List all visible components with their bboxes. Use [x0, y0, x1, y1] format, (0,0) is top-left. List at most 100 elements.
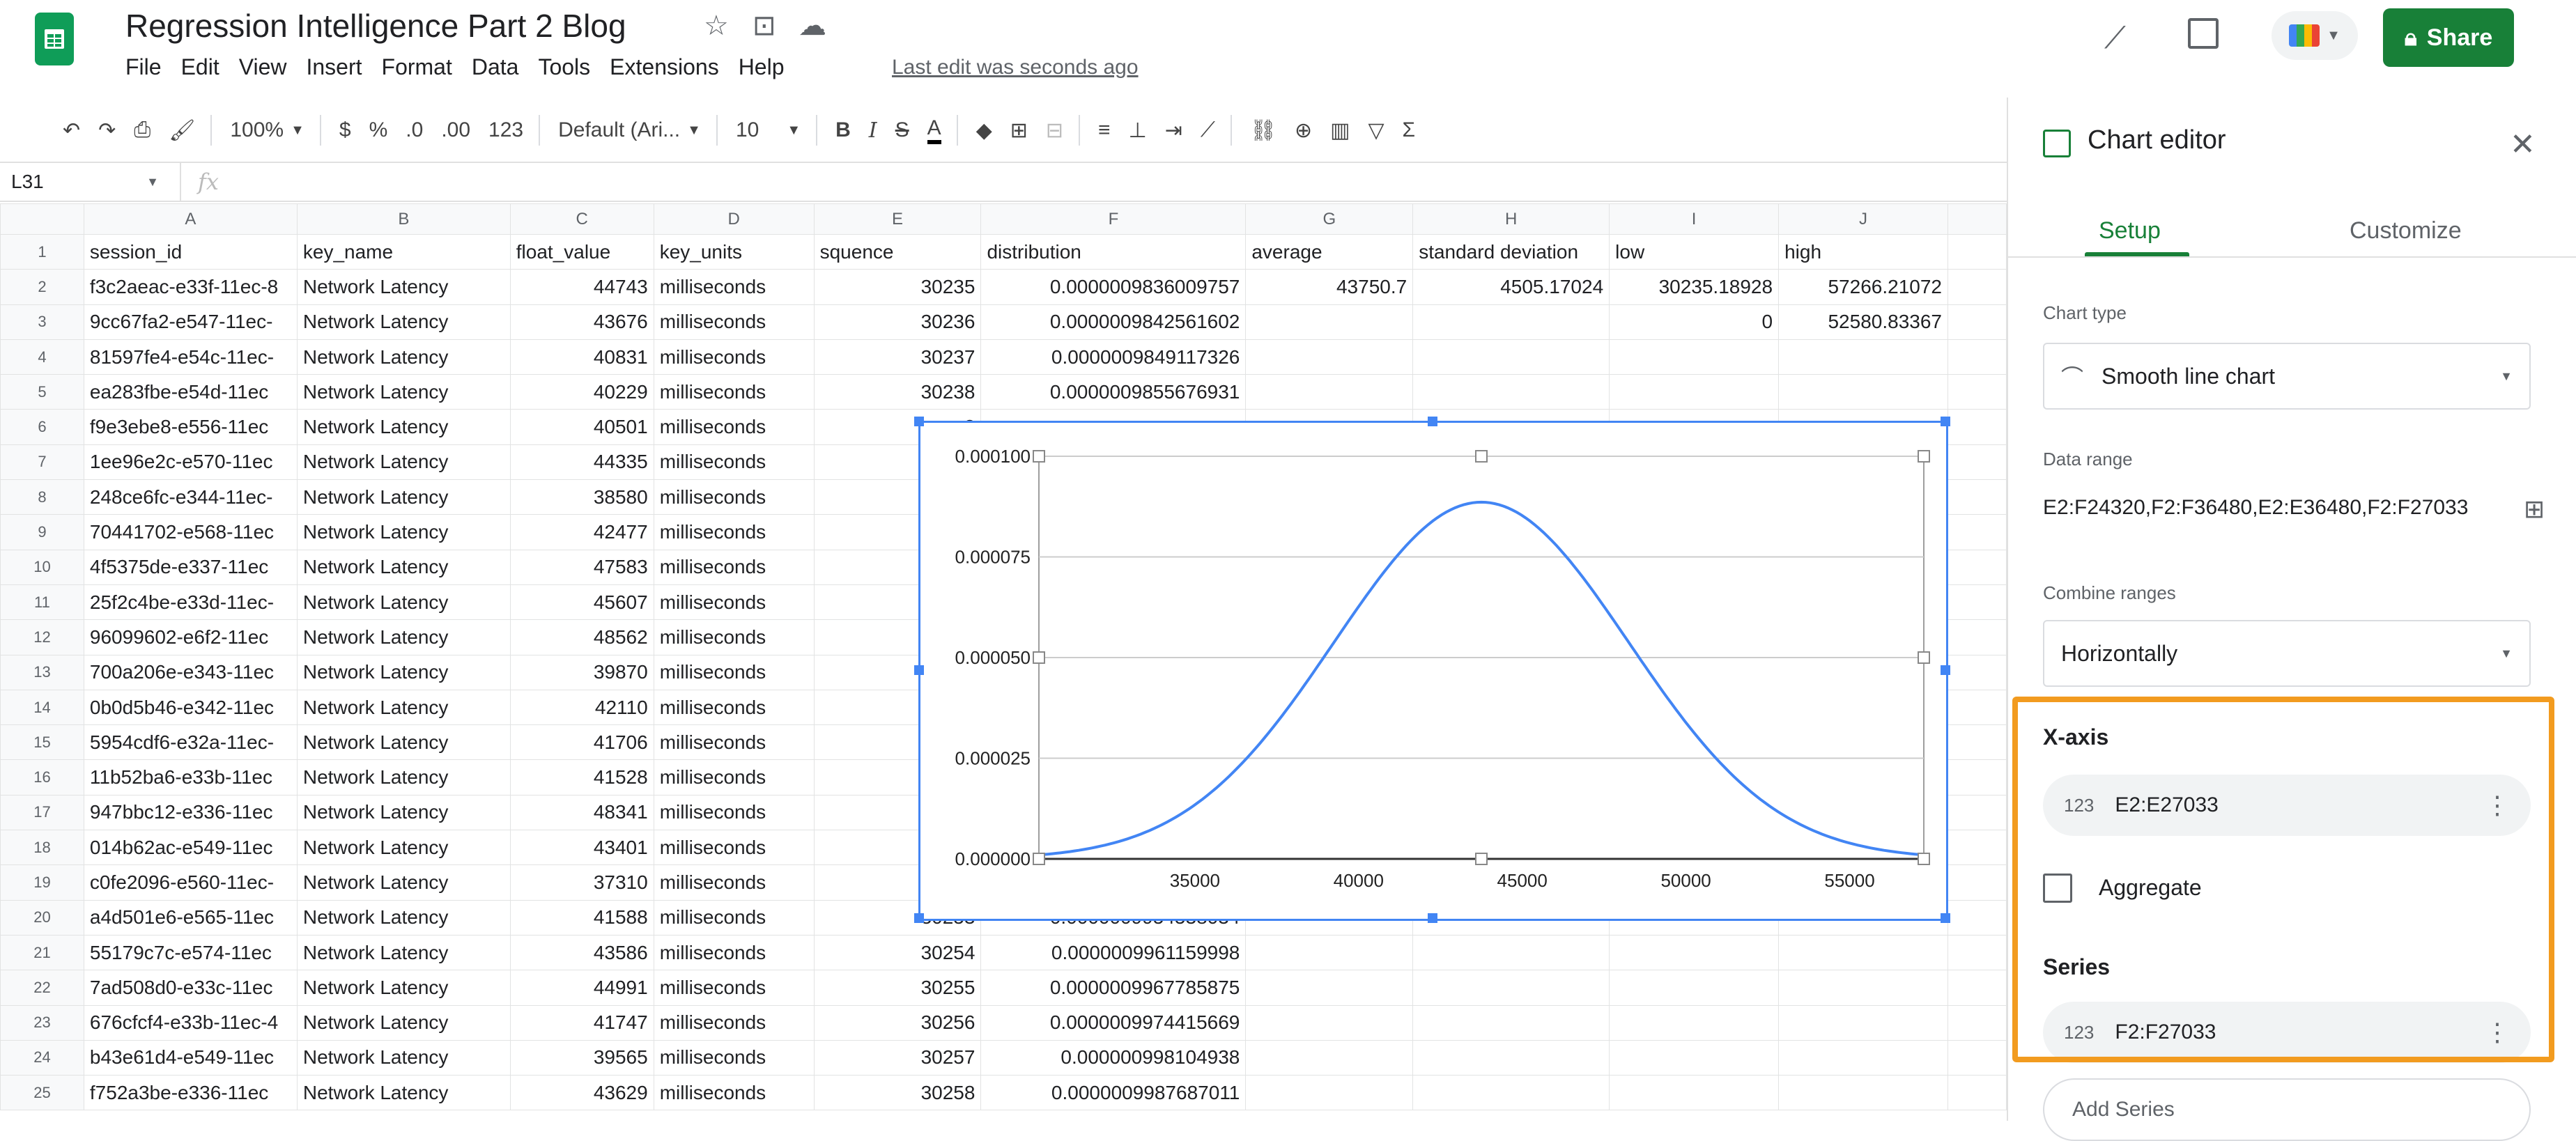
row-number[interactable]: 3 [0, 304, 84, 340]
add-series-button[interactable]: Add Series [2043, 1078, 2531, 1141]
row-number[interactable]: 1 [0, 233, 84, 270]
cell[interactable] [1778, 1075, 1948, 1111]
cell[interactable]: 30238 [813, 374, 982, 410]
row-number[interactable]: 8 [0, 479, 84, 515]
cell[interactable]: 41706 [509, 724, 654, 761]
cell[interactable]: Network Latency [296, 724, 511, 761]
cell[interactable]: milliseconds [653, 759, 815, 795]
row-number[interactable]: 21 [0, 934, 84, 971]
cell[interactable] [1778, 970, 1948, 1006]
cell[interactable]: squence [813, 233, 982, 270]
cell[interactable]: ea283fbe-e54d-11ec [83, 374, 298, 410]
cell[interactable] [1609, 1039, 1780, 1076]
cell[interactable] [1245, 1039, 1414, 1076]
merge-cells-icon[interactable]: ⊟ [1046, 118, 1063, 143]
cell[interactable] [1948, 759, 2007, 795]
cell[interactable]: Network Latency [296, 794, 511, 831]
fill-color-icon[interactable]: ◆ [976, 118, 992, 143]
cell[interactable]: milliseconds [653, 444, 815, 481]
print-icon[interactable]: ⎙ [134, 118, 151, 142]
cell[interactable] [1412, 339, 1610, 375]
insert-link-icon[interactable]: ⛓︎ [1250, 118, 1277, 143]
cell[interactable] [1948, 830, 2007, 866]
cell[interactable]: 0.0000009987687011 [980, 1075, 1247, 1111]
row-number[interactable]: 7 [0, 444, 84, 481]
percent-format-button[interactable]: % [369, 118, 388, 142]
cell[interactable]: f752a3be-e336-11ec [83, 1075, 298, 1111]
row-number[interactable]: 25 [0, 1075, 84, 1111]
cell[interactable] [1778, 1004, 1948, 1041]
cell[interactable]: Network Latency [296, 549, 511, 585]
cell[interactable] [1948, 479, 2007, 515]
cell[interactable]: 48562 [509, 619, 654, 655]
cell[interactable]: milliseconds [653, 724, 815, 761]
cell[interactable] [1412, 1075, 1610, 1111]
cell[interactable]: 48341 [509, 794, 654, 831]
cell[interactable]: 40229 [509, 374, 654, 410]
vertical-align-icon[interactable]: ⊥ [1129, 118, 1147, 143]
share-button[interactable]: 🔒︎ Share [2383, 8, 2514, 67]
activity-trend-icon[interactable]: ⟋ [2104, 21, 2126, 56]
cell[interactable]: 30237 [813, 339, 982, 375]
cell[interactable] [1412, 374, 1610, 410]
cell[interactable]: milliseconds [653, 339, 815, 375]
cell[interactable]: 30235.18928 [1609, 269, 1780, 305]
cell[interactable]: milliseconds [653, 830, 815, 866]
cell[interactable] [1412, 1004, 1610, 1041]
redo-icon[interactable]: ↷ [98, 118, 116, 143]
paint-format-icon[interactable]: 🖌︎ [169, 118, 195, 143]
sheets-logo-icon[interactable] [35, 13, 74, 65]
column-header-f[interactable]: F [980, 203, 1247, 235]
row-number[interactable]: 6 [0, 409, 84, 445]
cell[interactable]: key_units [653, 233, 815, 270]
cell[interactable]: 43629 [509, 1075, 654, 1111]
cell[interactable]: 37310 [509, 864, 654, 901]
combine-ranges-select[interactable]: Horizontally ▼ [2043, 620, 2531, 687]
cell[interactable] [1948, 724, 2007, 761]
cell[interactable]: low [1609, 233, 1780, 270]
cell[interactable] [1948, 444, 2007, 481]
cell[interactable]: 947bbc12-e336-11ec [83, 794, 298, 831]
cell[interactable]: 30255 [813, 970, 982, 1006]
decrease-decimal-button[interactable]: .0 [406, 118, 423, 142]
resize-handle[interactable] [914, 913, 924, 923]
cell[interactable] [1245, 1075, 1414, 1111]
cell[interactable]: 0.0000009961159998 [980, 934, 1247, 971]
cell[interactable]: Network Latency [296, 479, 511, 515]
cell[interactable] [1948, 970, 2007, 1006]
cell[interactable]: Network Latency [296, 1039, 511, 1076]
cell[interactable]: Network Latency [296, 269, 511, 305]
strikethrough-icon[interactable]: S [895, 118, 909, 142]
cell[interactable]: Network Latency [296, 934, 511, 971]
cell[interactable]: milliseconds [653, 654, 815, 690]
cell[interactable]: milliseconds [653, 934, 815, 971]
cell[interactable]: milliseconds [653, 619, 815, 655]
cell[interactable]: 30258 [813, 1075, 982, 1111]
cell[interactable]: Network Latency [296, 339, 511, 375]
row-number[interactable]: 2 [0, 269, 84, 305]
comment-history-icon[interactable] [2188, 18, 2219, 49]
cell[interactable]: 43750.7 [1245, 269, 1414, 305]
insert-chart-icon[interactable]: ▥ [1330, 118, 1350, 143]
italic-icon[interactable]: I [869, 118, 877, 143]
cell[interactable]: 41528 [509, 759, 654, 795]
cell[interactable]: 0.0000009836009757 [980, 269, 1247, 305]
cell[interactable] [1412, 1039, 1610, 1076]
insert-comment-icon[interactable]: ⊕ [1295, 118, 1312, 143]
resize-handle[interactable] [1428, 913, 1437, 923]
row-number[interactable]: 24 [0, 1039, 84, 1076]
document-title[interactable]: Regression Intelligence Part 2 Blog [125, 7, 626, 45]
cell[interactable]: 52580.83367 [1778, 304, 1948, 340]
cell[interactable]: float_value [509, 233, 654, 270]
row-number[interactable]: 4 [0, 339, 84, 375]
cell[interactable]: 25f2c4be-e33d-11ec- [83, 584, 298, 621]
cell[interactable] [1948, 514, 2007, 550]
last-edit-link[interactable]: Last edit was seconds ago [892, 56, 1139, 79]
column-header-k[interactable] [1948, 203, 2007, 235]
cell[interactable]: 30235 [813, 269, 982, 305]
cell[interactable]: 7ad508d0-e33c-11ec [83, 970, 298, 1006]
font-size-select[interactable]: 10 [736, 118, 759, 142]
undo-icon[interactable]: ↶ [63, 118, 80, 143]
cell[interactable] [1778, 934, 1948, 971]
row-number[interactable]: 10 [0, 549, 84, 585]
